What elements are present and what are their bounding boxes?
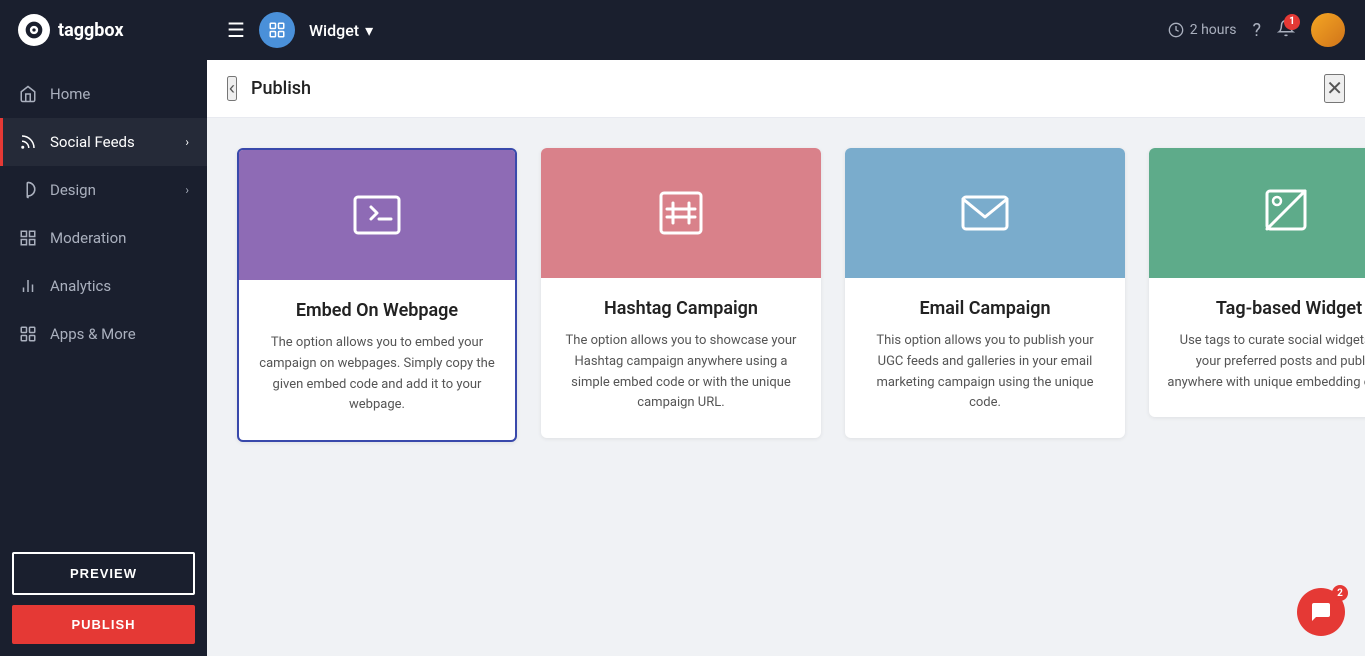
chevron-right-icon: ›: [185, 135, 189, 149]
rss-icon: [18, 132, 38, 152]
widget-icon: [259, 12, 295, 48]
close-button[interactable]: ✕: [1324, 74, 1345, 103]
sidebar-item-moderation-label: Moderation: [50, 229, 126, 247]
sidebar-item-apps-more-label: Apps & More: [50, 325, 136, 343]
card-embed-body: Embed On Webpage The option allows you t…: [239, 280, 515, 440]
help-icon[interactable]: ?: [1252, 20, 1261, 41]
sidebar-nav: Home Social Feeds › Design: [0, 60, 207, 540]
cards-container: Embed On Webpage The option allows you t…: [207, 118, 1365, 656]
chevron-right-icon-design: ›: [185, 183, 189, 197]
home-icon: [18, 84, 38, 104]
sidebar-item-social-feeds[interactable]: Social Feeds ›: [0, 118, 207, 166]
card-hashtag-image: [541, 148, 821, 278]
time-display: 2 hours: [1168, 22, 1237, 38]
card-hashtag-body: Hashtag Campaign The option allows you t…: [541, 278, 821, 438]
sidebar-item-moderation[interactable]: Moderation: [0, 214, 207, 262]
sidebar-item-design-label: Design: [50, 181, 96, 199]
card-tag-title: Tag-based Widget: [1167, 298, 1365, 319]
content-area: ‹ Publish ✕ Embed On Webpage The option …: [207, 60, 1365, 656]
card-email-title: Email Campaign: [863, 298, 1107, 319]
sidebar-item-analytics[interactable]: Analytics: [0, 262, 207, 310]
card-email-image: [845, 148, 1125, 278]
card-email-campaign[interactable]: Email Campaign This option allows you to…: [845, 148, 1125, 438]
sidebar-item-home-label: Home: [50, 85, 90, 103]
chat-badge: 2: [1332, 585, 1348, 601]
card-embed-webpage[interactable]: Embed On Webpage The option allows you t…: [237, 148, 517, 442]
main-area: ☰ Widget ▾ 2 hours ?: [207, 0, 1365, 656]
card-tag-body: Tag-based Widget Use tags to curate soci…: [1149, 278, 1365, 417]
publish-button[interactable]: PUBLISH: [12, 605, 195, 644]
sidebar-item-analytics-label: Analytics: [50, 277, 111, 295]
moderation-icon: [18, 228, 38, 248]
publish-header: ‹ Publish ✕: [207, 60, 1365, 118]
card-email-desc: This option allows you to publish your U…: [863, 331, 1107, 414]
card-embed-image: [239, 150, 515, 280]
notification-badge: 1: [1284, 14, 1300, 30]
topbar-right: 2 hours ? 1: [1168, 13, 1345, 47]
back-button[interactable]: ‹: [227, 76, 237, 101]
card-hashtag-campaign[interactable]: Hashtag Campaign The option allows you t…: [541, 148, 821, 438]
clock-icon: [1168, 22, 1184, 38]
sidebar: taggbox Home Social Feeds ›: [0, 0, 207, 656]
card-hashtag-title: Hashtag Campaign: [559, 298, 803, 319]
sidebar-item-home[interactable]: Home: [0, 70, 207, 118]
sidebar-item-design[interactable]: Design ›: [0, 166, 207, 214]
logo-icon: [18, 14, 50, 46]
card-hashtag-desc: The option allows you to showcase your H…: [559, 331, 803, 414]
time-value: 2 hours: [1190, 22, 1237, 38]
chat-bubble[interactable]: 2: [1297, 588, 1345, 636]
notification-bell[interactable]: 1: [1277, 19, 1295, 42]
publish-title: Publish: [251, 78, 311, 99]
apps-icon: [18, 324, 38, 344]
logo: taggbox: [0, 0, 207, 60]
analytics-icon: [18, 276, 38, 296]
widget-chevron-icon: ▾: [365, 21, 373, 40]
topbar: ☰ Widget ▾ 2 hours ?: [207, 0, 1365, 60]
card-tag-widget[interactable]: Tag-based Widget Use tags to curate soci…: [1149, 148, 1365, 417]
sidebar-bottom: PREVIEW PUBLISH: [0, 540, 207, 656]
user-avatar[interactable]: [1311, 13, 1345, 47]
card-tag-desc: Use tags to curate social widgets with y…: [1167, 331, 1365, 393]
card-embed-title: Embed On Webpage: [257, 300, 497, 321]
logo-text: taggbox: [58, 20, 124, 41]
preview-button[interactable]: PREVIEW: [12, 552, 195, 595]
widget-label[interactable]: Widget ▾: [309, 21, 373, 40]
sidebar-item-apps-more[interactable]: Apps & More: [0, 310, 207, 358]
hamburger-icon[interactable]: ☰: [227, 18, 245, 42]
card-embed-desc: The option allows you to embed your camp…: [257, 333, 497, 416]
sidebar-item-social-feeds-label: Social Feeds: [50, 133, 135, 151]
design-icon: [18, 180, 38, 200]
card-email-body: Email Campaign This option allows you to…: [845, 278, 1125, 438]
card-tag-image: [1149, 148, 1365, 278]
